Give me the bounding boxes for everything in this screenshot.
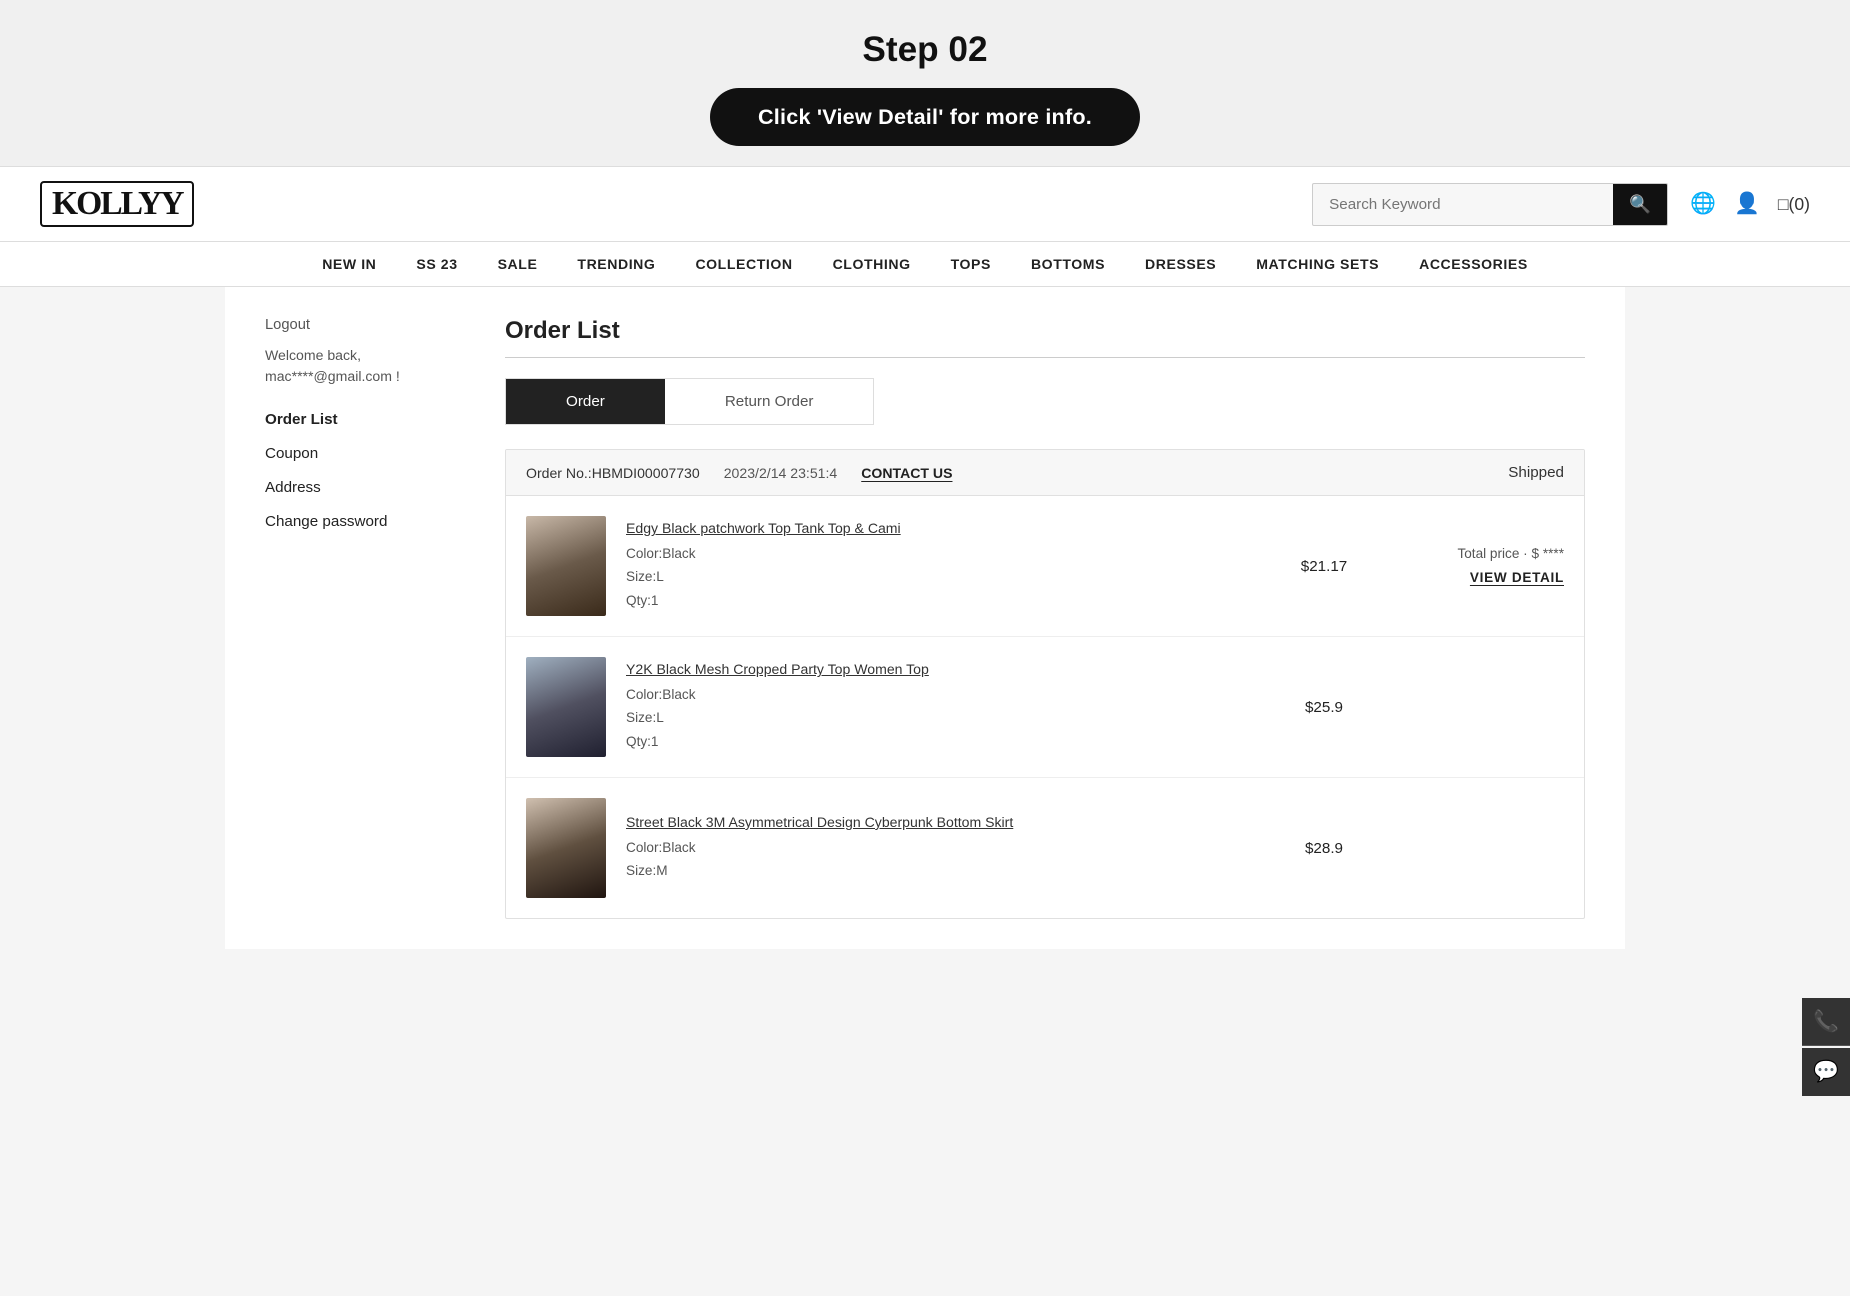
order-item: Street Black 3M Asymmetrical Design Cybe… [506,778,1584,918]
sidebar-nav: Order List Coupon Address Change passwor… [265,411,465,531]
item-name-2[interactable]: Y2K Black Mesh Cropped Party Top Women T… [626,661,1264,677]
nav-item-ss23[interactable]: SS 23 [396,242,477,286]
order-status: Shipped [1508,464,1564,481]
nav-item-trending[interactable]: TRENDING [557,242,675,286]
item-image-3 [526,798,606,898]
floating-support: 📞 💬 [1802,998,1850,1096]
order-card-header: Order No.:HBMDI00007730 2023/2/14 23:51:… [506,450,1584,496]
item-qty-1: Qty:1 [626,589,1264,612]
item-price-2: $25.9 [1284,699,1364,716]
main-wrapper: Logout Welcome back, mac****@gmail.com !… [225,287,1625,949]
total-price-label: Total price · $ **** [1384,546,1564,561]
order-number: Order No.:HBMDI00007730 [526,465,700,481]
nav-item-sale[interactable]: SALE [478,242,558,286]
phone-icon: 📞 [1813,1010,1839,1034]
site-nav: NEW IN SS 23 SALE TRENDING COLLECTION CL… [0,242,1850,287]
logout-link[interactable]: Logout [265,317,465,333]
item-color-3: Color:Black [626,836,1264,859]
item-name-3[interactable]: Street Black 3M Asymmetrical Design Cybe… [626,814,1264,830]
header-right: 🔍 🌐 👤 □(0) [1312,183,1810,226]
item-qty-2: Qty:1 [626,730,1264,753]
item-actions-1: Total price · $ **** VIEW DETAIL [1384,546,1564,587]
item-color-2: Color:Black [626,683,1264,706]
order-list-title: Order List [505,317,1585,345]
order-card: Order No.:HBMDI00007730 2023/2/14 23:51:… [505,449,1585,919]
nav-item-new-in[interactable]: NEW IN [302,242,396,286]
order-date: 2023/2/14 23:51:4 [724,465,838,481]
site-header: KOLLYY 🔍 🌐 👤 □(0) [0,167,1850,242]
search-button[interactable]: 🔍 [1613,184,1667,225]
item-info-2: Y2K Black Mesh Cropped Party Top Women T… [626,661,1264,752]
chat-icon: 💬 [1813,1060,1839,1084]
sidebar-item-order-list[interactable]: Order List [265,411,465,429]
nav-item-clothing[interactable]: CLOTHING [813,242,931,286]
item-image-2 [526,657,606,757]
step-title: Step 02 [20,30,1830,70]
order-tabs: Order Return Order [505,378,874,425]
item-color-1: Color:Black [626,542,1264,565]
item-size-3: Size:M [626,859,1264,882]
site-logo[interactable]: KOLLYY [40,181,194,227]
header-icons: 🌐 👤 □(0) [1690,192,1810,216]
item-image-1 [526,516,606,616]
order-divider [505,357,1585,358]
tab-return-order[interactable]: Return Order [665,379,874,424]
order-content: Order List Order Return Order Order No.:… [505,317,1585,919]
nav-list: NEW IN SS 23 SALE TRENDING COLLECTION CL… [0,242,1850,286]
nav-item-tops[interactable]: TOPS [931,242,1011,286]
item-size-1: Size:L [626,565,1264,588]
sidebar: Logout Welcome back, mac****@gmail.com !… [265,317,465,919]
order-item: Edgy Black patchwork Top Tank Top & Cami… [506,496,1584,637]
chat-support-button[interactable]: 💬 [1802,1048,1850,1096]
cart-icon[interactable]: □(0) [1778,194,1810,215]
tab-order[interactable]: Order [506,379,665,424]
globe-icon[interactable]: 🌐 [1690,192,1716,216]
phone-support-button[interactable]: 📞 [1802,998,1850,1046]
item-info-1: Edgy Black patchwork Top Tank Top & Cami… [626,520,1264,611]
order-item: Y2K Black Mesh Cropped Party Top Women T… [506,637,1584,778]
sidebar-item-address[interactable]: Address [265,479,465,497]
nav-item-accessories[interactable]: ACCESSORIES [1399,242,1548,286]
search-icon: 🔍 [1629,194,1651,214]
instruction-pill: Click 'View Detail' for more info. [710,88,1140,146]
item-size-2: Size:L [626,706,1264,729]
search-bar: 🔍 [1312,183,1668,226]
nav-item-matching-sets[interactable]: MATCHING SETS [1236,242,1399,286]
contact-us-link[interactable]: CONTACT US [861,465,952,481]
search-input[interactable] [1313,186,1613,223]
nav-item-dresses[interactable]: DRESSES [1125,242,1236,286]
item-price-1: $21.17 [1284,558,1364,575]
view-detail-button[interactable]: VIEW DETAIL [1470,570,1564,585]
instruction-banner: Step 02 Click 'View Detail' for more inf… [0,0,1850,167]
item-info-3: Street Black 3M Asymmetrical Design Cybe… [626,814,1264,882]
sidebar-item-coupon[interactable]: Coupon [265,445,465,463]
item-name-1[interactable]: Edgy Black patchwork Top Tank Top & Cami [626,520,1264,536]
welcome-message: Welcome back, mac****@gmail.com ! [265,345,465,387]
nav-item-bottoms[interactable]: BOTTOMS [1011,242,1125,286]
user-email: mac****@gmail.com ! [265,368,400,384]
user-icon[interactable]: 👤 [1734,192,1760,216]
sidebar-item-change-password[interactable]: Change password [265,513,465,531]
nav-item-collection[interactable]: COLLECTION [675,242,812,286]
item-price-3: $28.9 [1284,840,1364,857]
